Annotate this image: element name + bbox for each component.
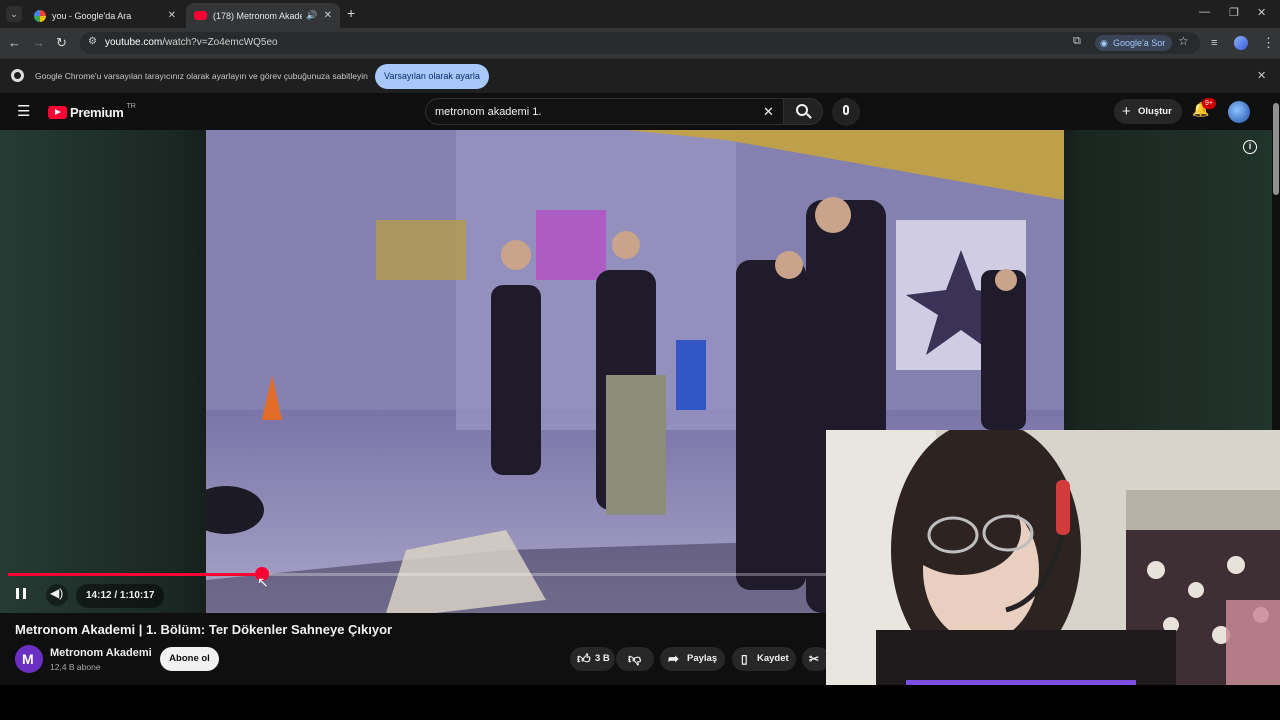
address-bar[interactable]: ⚙ youtube.com/watch?v=Zo4emcWQ5eo ⧉ ◉ Go… [80,32,1200,54]
scrollbar-thumb[interactable] [1273,103,1279,195]
share-icon: ➦ [668,651,679,666]
chrome-menu-icon[interactable]: ⋮ [1262,35,1275,51]
volume-button[interactable]: ◀) [46,584,68,606]
youtube-icon [194,11,207,20]
hamburger-menu-icon[interactable]: ☰ [17,102,30,120]
save-button[interactable]: ▯ Kaydet [732,647,796,671]
like-button[interactable]: 👍︎ 3 B [570,647,615,671]
tab-title: (178) Metronom Akademi | [213,10,303,21]
tab-search-button[interactable]: ⌄ [6,6,22,22]
subscribe-button[interactable]: Abone ol [160,647,219,671]
youtube-header: ☰ Premium TR metronom akademi 1. ✕ + Olu… [0,93,1280,130]
browser-toolbar: ← → ↻ ⚙ youtube.com/watch?v=Zo4emcWQ5eo … [0,28,1280,58]
voice-search-button[interactable] [832,98,860,126]
forward-icon[interactable]: → [32,35,45,51]
ask-google-button[interactable]: ◉ Google'a Sor [1095,35,1173,51]
share-button[interactable]: ➦ Paylaş [660,647,725,671]
info-button[interactable]: i [1243,140,1257,154]
share-label: Paylaş [687,653,718,664]
tab-google-search[interactable]: you - Google'da Ara ✕ [26,3,184,28]
dislike-button[interactable]: 👎︎ [616,647,654,671]
close-tab-icon[interactable]: ✕ [168,10,176,21]
close-infobar-icon[interactable]: ✕ [1257,69,1266,82]
info-icon: i [1248,141,1252,151]
region-code: TR [126,102,136,110]
chrome-icon [11,69,24,82]
tab-youtube[interactable]: (178) Metronom Akademi | 🔊 ✕ [186,3,340,28]
audio-playing-icon[interactable]: 🔊 [306,10,317,21]
infobar-message: Google Chrome'u varsayılan tarayıcınız o… [35,71,368,81]
channel-avatar[interactable]: M [15,645,43,673]
close-window-button[interactable]: ✕ [1257,6,1266,19]
new-tab-button[interactable]: + [347,5,355,21]
ask-google-label: Google'a Sor [1113,38,1166,48]
tab-strip: ⌄ you - Google'da Ara ✕ (178) Metronom A… [0,0,1280,28]
microphone-icon [843,105,849,115]
like-count: 3 B [595,653,610,664]
create-button[interactable]: + Oluştur [1114,99,1182,124]
channel-logo-icon: M [22,651,34,667]
back-icon[interactable]: ← [8,35,21,51]
lens-icon: ◉ [1100,38,1108,48]
tab-title: you - Google'da Ara [52,10,132,21]
site-info-icon[interactable]: ⚙ [88,36,97,47]
maximize-button[interactable]: ❐ [1229,6,1239,19]
close-tab-icon[interactable]: ✕ [324,10,332,21]
search-query: metronom akademi 1. [435,106,542,118]
pause-icon [16,588,19,599]
subscriber-count: 12,4 B abone [50,662,101,672]
webcam-image [826,430,1280,685]
channel-name[interactable]: Metronom Akademi [50,647,152,659]
scissors-icon: ✂ [809,652,820,666]
time-display: 14:12 / 1:10:17 [76,584,165,608]
default-browser-infobar: Google Chrome'u varsayılan tarayıcınız o… [0,58,1280,93]
mouse-cursor: ↖ [257,574,269,590]
account-avatar[interactable] [1228,101,1250,123]
bookmark-star-icon[interactable]: ☆ [1178,34,1189,48]
bookmark-icon: ▯ [741,652,748,666]
set-default-browser-button[interactable]: Varsayılan olarak ayarla [375,64,489,89]
plus-icon: + [1122,103,1131,120]
logo-text: Premium [70,104,124,120]
url-path: /watch?v=Zo4emcWQ5eo [162,37,278,48]
notifications-button[interactable]: 🔔 9+ [1192,98,1216,121]
search-input[interactable]: metronom akademi 1. ✕ [425,98,785,125]
url-host: youtube.com [105,37,163,48]
youtube-premium-logo[interactable]: Premium TR [48,103,136,121]
progress-played [8,573,262,576]
webcam-overlay [826,430,1280,685]
create-label: Oluştur [1138,106,1172,117]
bottom-area [0,685,1280,720]
minimize-button[interactable]: — [1199,6,1210,18]
cast-icon[interactable]: ⧉ [1073,35,1081,48]
thumbs-up-icon: 👍︎ [577,651,591,666]
search-button[interactable] [783,98,823,125]
google-icon [34,9,46,22]
notification-badge: 9+ [1202,98,1216,109]
profile-avatar[interactable] [1234,36,1248,50]
reload-icon[interactable]: ↻ [56,35,67,51]
thumbs-down-icon: 👎︎ [628,651,642,666]
video-title: Metronom Akademi | 1. Bölüm: Ter Dökenle… [15,622,393,637]
volume-icon: ◀) [50,586,64,600]
save-label: Kaydet [757,653,789,664]
pause-button[interactable] [14,586,30,602]
media-controls-icon[interactable]: ≡ [1211,35,1217,51]
clear-search-icon[interactable]: ✕ [763,104,774,120]
url-text[interactable]: youtube.com/watch?v=Zo4emcWQ5eo [105,37,278,48]
youtube-logo-icon [48,105,67,119]
